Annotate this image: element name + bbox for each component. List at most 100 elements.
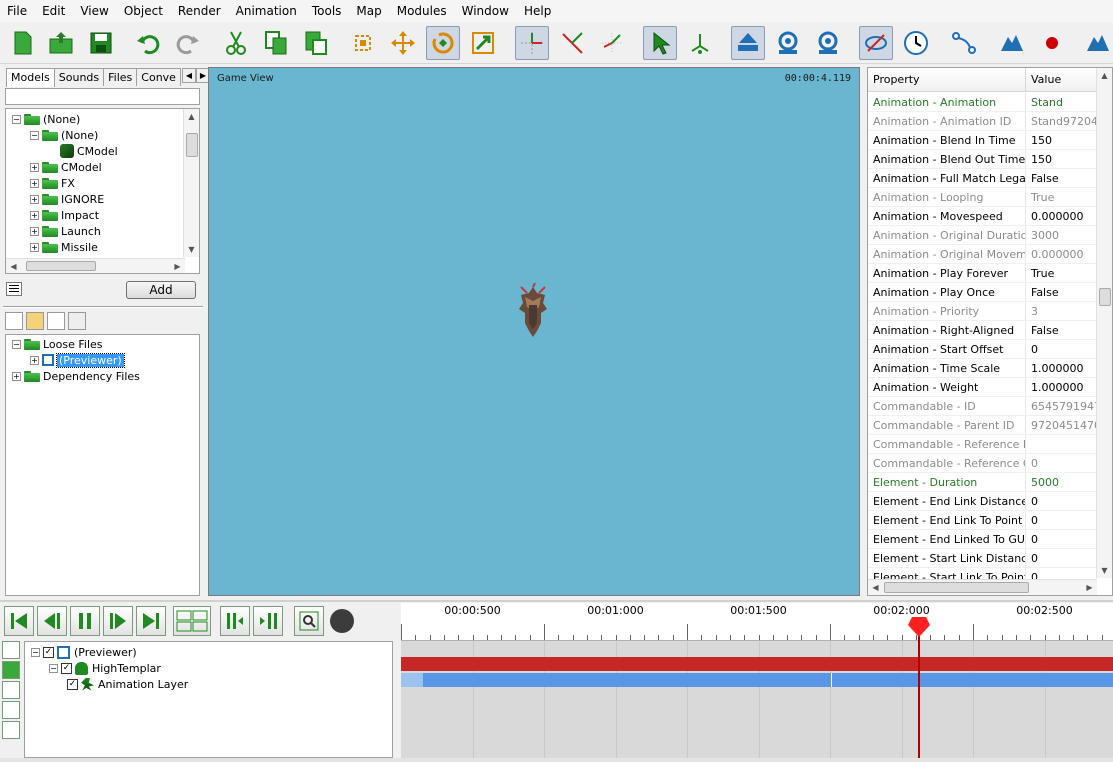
rotate-tool-button[interactable]	[426, 26, 460, 60]
property-row[interactable]: Animation - Original Duration 3000	[868, 226, 1097, 245]
property-row[interactable]: Element - End Link Distance 0	[868, 492, 1097, 511]
add-button[interactable]: Add	[126, 281, 196, 299]
property-value[interactable]: 0	[1026, 454, 1097, 472]
scroll-down-icon[interactable]: ▼	[184, 242, 199, 257]
layer-checkbox[interactable]: ✓	[43, 646, 54, 658]
menu-view[interactable]: View	[73, 0, 116, 22]
delete-layer-icon[interactable]	[2, 721, 20, 739]
asset-tree-item[interactable]: + Launch	[30, 223, 101, 239]
expand-toggle-icon[interactable]: +	[12, 371, 21, 381]
property-value[interactable]: False	[1026, 169, 1097, 187]
property-row[interactable]: Element - Duration 5000	[868, 473, 1097, 492]
path-button[interactable]	[947, 26, 981, 60]
go-to-end-button[interactable]	[136, 606, 166, 636]
model-preview-icon[interactable]	[515, 283, 551, 339]
property-value[interactable]: 1.000000	[1026, 359, 1097, 377]
loop-mode-button[interactable]	[173, 606, 211, 636]
property-row[interactable]: Commandable - Parent ID97204514701	[868, 416, 1097, 435]
asset-tree-item[interactable]: + IGNORE	[30, 191, 104, 207]
new-document-icon[interactable]	[5, 312, 23, 330]
scroll-up-icon[interactable]: ▲	[184, 109, 199, 124]
record-toggle-button[interactable]	[327, 606, 357, 636]
expand-toggle-icon[interactable]: −	[31, 647, 40, 657]
property-value[interactable]: False	[1026, 283, 1097, 301]
scroll-right-icon[interactable]: ▶	[1082, 580, 1097, 595]
hierarchy-view-icon[interactable]	[68, 312, 86, 330]
property-row[interactable]: Element - End Linked To GUID 0	[868, 530, 1097, 549]
menu-render[interactable]: Render	[171, 0, 229, 22]
new-file-button[interactable]	[6, 26, 40, 60]
menu-object[interactable]: Object	[117, 0, 171, 22]
property-row[interactable]: Animation - Blend Out Time 150	[868, 150, 1097, 169]
property-value[interactable]: Stand9720451	[1026, 112, 1097, 130]
property-row[interactable]: Commandable - ID65457919476	[868, 397, 1097, 416]
bracket-end-button[interactable]	[253, 606, 283, 636]
link-layer-icon[interactable]	[2, 701, 20, 719]
playhead-line[interactable]	[917, 629, 920, 759]
property-value[interactable]: 0	[1026, 530, 1097, 548]
asset-tree-item[interactable]: + CModel	[30, 159, 102, 175]
property-row[interactable]: Element - End Link To Point 0	[868, 511, 1097, 530]
asset-tree-hscroll[interactable]: ◀ ▶	[6, 258, 185, 273]
property-value[interactable]: 0	[1026, 492, 1097, 510]
asset-tree-item[interactable]: + Missile	[30, 239, 98, 255]
layer-tree-item[interactable]: − ✓ HighTemplar	[49, 660, 161, 676]
expand-toggle-icon[interactable]: +	[30, 226, 39, 236]
property-row[interactable]: Animation - Play Forever True	[868, 264, 1097, 283]
scroll-up-icon[interactable]: ▲	[1097, 68, 1112, 83]
layer-checkbox[interactable]: ✓	[67, 678, 78, 690]
asset-tree-item[interactable]: − (None)	[30, 127, 98, 143]
property-value[interactable]: 0	[1026, 511, 1097, 529]
list-view-icon[interactable]	[47, 312, 65, 330]
property-row[interactable]: Animation - Movespeed 0.000000	[868, 207, 1097, 226]
timeline-blue-track[interactable]	[401, 673, 1113, 687]
tab-scroll-left-icon[interactable]: ◀	[181, 68, 196, 83]
layer-checkbox[interactable]: ✓	[61, 662, 72, 674]
tab-conversions[interactable]: Conve	[136, 68, 181, 86]
asset-tree-item[interactable]: CModel	[48, 143, 118, 159]
expand-toggle-icon[interactable]: −	[30, 130, 39, 140]
timeline-red-track[interactable]	[401, 657, 1113, 671]
pause-button[interactable]	[70, 606, 100, 636]
property-row[interactable]: Animation - Blend In Time 150	[868, 131, 1097, 150]
files-tree-item[interactable]: + Dependency Files	[12, 368, 140, 384]
asset-tree-item[interactable]: + FX	[30, 175, 75, 191]
menu-modules[interactable]: Modules	[390, 0, 455, 22]
tab-sounds[interactable]: Sounds	[53, 68, 105, 86]
property-value[interactable]: 0	[1026, 549, 1097, 567]
asset-tree-item[interactable]: + Impact	[30, 207, 99, 223]
open-file-button[interactable]	[44, 26, 78, 60]
property-row[interactable]: Animation - Weight 1.000000	[868, 378, 1097, 397]
property-value[interactable]: Stand	[1026, 93, 1097, 111]
files-tree-item[interactable]: + (Previewer)	[30, 352, 125, 368]
property-row[interactable]: Animation - Full Match Legacy EFalse	[868, 169, 1097, 188]
menu-window[interactable]: Window	[455, 0, 517, 22]
perspective-view-button[interactable]	[555, 26, 589, 60]
value-column-header[interactable]: Value	[1026, 68, 1097, 92]
camera-front-button[interactable]	[771, 26, 805, 60]
property-value[interactable]: 0	[1026, 340, 1097, 358]
camera-top-button[interactable]	[731, 26, 765, 60]
select-pointer-button[interactable]	[643, 26, 677, 60]
step-back-button[interactable]	[37, 606, 67, 636]
panel-splitter[interactable]	[3, 306, 203, 308]
animation-layer-tree[interactable]: − ✓ (Previewer) − ✓ HighTemplar ✓ Animation Lay…	[24, 641, 393, 758]
properties-grid[interactable]: Property Value Animation - Animation Stan…	[867, 67, 1113, 596]
expand-toggle-icon[interactable]: +	[30, 210, 39, 220]
visibility-toggle-button[interactable]	[859, 26, 893, 60]
track-segment[interactable]	[401, 673, 423, 687]
layer-tree-item[interactable]: − ✓ (Previewer)	[31, 644, 137, 660]
property-column-header[interactable]: Property	[868, 68, 1026, 92]
properties-hscroll[interactable]: ◀ ▶	[868, 579, 1097, 595]
timeline[interactable]: 00:00:500 00:01:000 00:01:500 00:02:000 00:0…	[401, 603, 1113, 759]
property-value[interactable]: 150	[1026, 131, 1097, 149]
cut-button[interactable]	[219, 26, 253, 60]
save-button[interactable]	[84, 26, 118, 60]
step-forward-button[interactable]	[103, 606, 133, 636]
go-to-start-button[interactable]	[4, 606, 34, 636]
redo-button[interactable]	[171, 26, 205, 60]
undo-button[interactable]	[131, 26, 165, 60]
menu-file[interactable]: File	[0, 0, 35, 22]
place-point-button[interactable]	[683, 26, 717, 60]
property-value[interactable]	[1026, 435, 1097, 453]
